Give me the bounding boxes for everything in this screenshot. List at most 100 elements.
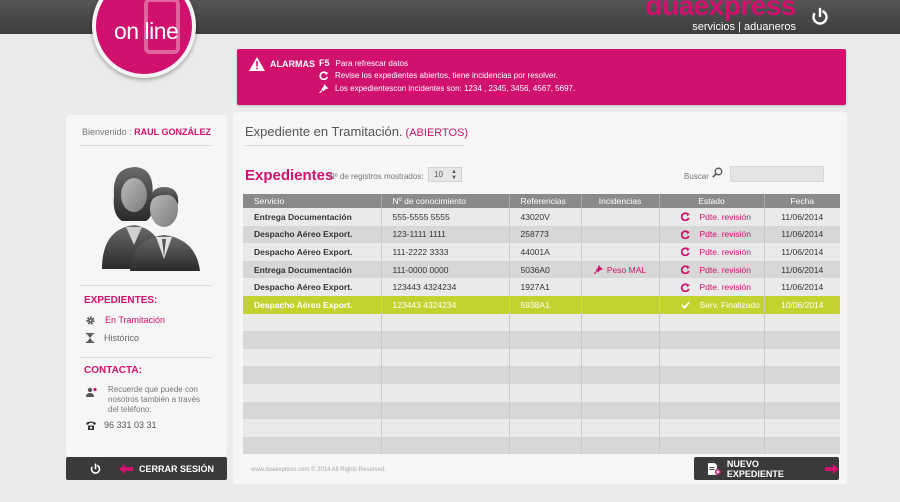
refresh-icon [680, 230, 690, 239]
cell-estado: Pdte. revisión [659, 208, 765, 226]
cell-servicio: Despacho Aéreo Export. [243, 295, 382, 314]
divider [245, 145, 465, 146]
logout-button[interactable]: CERRAR SESIÓN [66, 457, 227, 480]
stepper-arrows-icon: ▲ ▼ [451, 169, 457, 181]
search-input[interactable] [730, 166, 824, 182]
col-servicio[interactable]: Servicio [243, 194, 382, 208]
pin-icon [593, 265, 603, 275]
cell-referencia: 43020V [509, 208, 582, 226]
cell-conocimiento: 555-5555 5555 [381, 208, 510, 226]
cell-incidencia [581, 208, 660, 226]
table-row[interactable]: Entrega Documentación 555-5555 5555 43020V… [243, 208, 840, 226]
cell-servicio: Entrega Documentación [243, 260, 382, 279]
cell-estado: Pdte. revisión [659, 260, 765, 279]
power-icon [90, 463, 101, 474]
divider [80, 285, 212, 286]
refresh-icon [680, 283, 690, 292]
alarm-text: Los expedientescon incidentes son: 1234 … [335, 84, 576, 93]
document-add-icon [708, 462, 721, 475]
alarm-text: Para refrescar datos [335, 58, 408, 68]
page-title-text: Expediente en Tramitación. [245, 124, 403, 139]
new-expediente-label: NUEVO EXPEDIENTE [726, 458, 784, 479]
welcome-label: Bienvenido : [82, 127, 132, 137]
alarm-line: F5 Para refrescar datos [319, 58, 408, 68]
cell-incidencia [581, 243, 660, 261]
brand-name: duaexpress [645, 0, 796, 21]
cell-conocimiento: 123-1111 1111 [381, 225, 510, 244]
cell-incidencia [581, 278, 660, 296]
cell-fecha: 10/06/2014 [764, 295, 840, 314]
avatar [102, 167, 200, 271]
col-conocimiento[interactable]: Nº de conocimiento [381, 194, 510, 208]
online-logo: on line [92, 0, 196, 78]
divider [80, 145, 212, 146]
cell-fecha: 11/06/2014 [764, 225, 840, 244]
table-row[interactable]: Despacho Aéreo Export. 123443 4324234 1927… [243, 278, 840, 296]
gear-icon [86, 315, 95, 325]
brand: duaexpress servicios | aduaneros [645, 0, 796, 33]
cell-estado: Pdte. revisión [659, 278, 765, 296]
page-title: Expediente en Tramitación. (ABIERTOS) [245, 124, 468, 139]
estado-text: Pdte. revisión [699, 264, 752, 275]
check-icon [680, 301, 690, 309]
cell-conocimiento: 123443 4324234 [381, 278, 510, 296]
page-title-sub: (ABIERTOS) [405, 127, 469, 139]
records-count-select[interactable]: 10 ▲ ▼ [428, 167, 462, 182]
table-header: Servicio Nº de conocimiento Referencias … [243, 194, 840, 208]
empty-row [243, 348, 840, 367]
col-estado[interactable]: Estado [659, 194, 765, 208]
sidebar-item-historico[interactable]: Histórico [86, 333, 139, 343]
expedientes-title: EXPEDIENTES: [84, 295, 158, 306]
f5-key: F5 [319, 58, 330, 68]
empty-row [243, 436, 840, 455]
footer-copyright: www.duaexpress.com © 2014 All Rights Res… [251, 467, 387, 473]
cell-referencia: 5036A0 [509, 260, 582, 279]
cell-fecha: 11/06/2014 [764, 260, 840, 279]
records-count-value: 10 [434, 170, 443, 179]
estado-text: Pdte. revisión [699, 211, 752, 222]
pin-icon [319, 84, 329, 93]
new-expediente-button[interactable]: NUEVO EXPEDIENTE [694, 457, 839, 480]
cell-referencia: 44001A [509, 243, 582, 261]
empty-row [243, 313, 840, 332]
records-count-label: Nº de registros mostrados: [329, 172, 424, 181]
cell-servicio: Despacho Aéreo Export. [243, 243, 382, 261]
estado-text: Pdte. revisión [699, 229, 752, 240]
logo-text: on line [114, 18, 179, 44]
phone-number: 96 331 03 31 [104, 420, 157, 430]
table-row[interactable]: Despacho Aéreo Export. 111-2222 3333 44001… [243, 243, 840, 261]
warning-icon [249, 57, 265, 71]
col-incidencias[interactable]: Incidencias [581, 194, 660, 208]
cell-estado: Serv. Finalizado [659, 295, 765, 314]
cell-incidencia: Peso MAL [581, 260, 660, 279]
table-row[interactable]: Entrega Documentación 111-0000 0000 5036A0… [243, 260, 840, 279]
expedientes-heading: Expedientes [245, 167, 334, 184]
alarm-line: Revise los expedientes abiertos, tiene i… [319, 71, 558, 80]
cell-servicio: Entrega Documentación [243, 208, 382, 226]
col-referencias[interactable]: Referencias [509, 194, 582, 208]
power-icon[interactable] [808, 4, 832, 28]
sidebar: Bienvenido : RAUL GONZÁLEZ EXPEDIENTES: [66, 115, 227, 457]
sidebar-item-en-tramitacion[interactable]: En Tramitación [86, 315, 165, 325]
brand-tagline: servicios | aduaneros [692, 21, 796, 33]
contacta-title: CONTACTA: [84, 365, 142, 376]
refresh-icon [680, 247, 690, 257]
table-row[interactable]: Despacho Aéreo Export. 123443 4324234 5938… [243, 295, 840, 314]
empty-row [243, 331, 840, 349]
col-fecha[interactable]: Fecha [764, 194, 840, 208]
cell-fecha: 11/06/2014 [764, 278, 840, 296]
alarm-title: ALARMAS [270, 59, 315, 69]
cell-conocimiento: 123443 4324234 [381, 295, 510, 314]
cell-referencia: 1927A1 [509, 278, 582, 296]
alarm-text: Revise los expedientes abiertos, tiene i… [335, 71, 558, 80]
cell-estado: Pdte. revisión [659, 243, 765, 261]
contact-text: Recuerde que puede con nosotros también … [108, 385, 201, 414]
search-label: Buscar [684, 172, 709, 181]
empty-row [243, 401, 840, 420]
refresh-icon [319, 71, 329, 80]
empty-row [243, 383, 840, 402]
divider [80, 357, 212, 358]
table-row[interactable]: Despacho Aéreo Export. 123-1111 1111 25877… [243, 225, 840, 244]
alarm-line: Los expedientescon incidentes son: 1234 … [319, 84, 575, 93]
cell-referencia: 5938A1 [509, 295, 582, 314]
